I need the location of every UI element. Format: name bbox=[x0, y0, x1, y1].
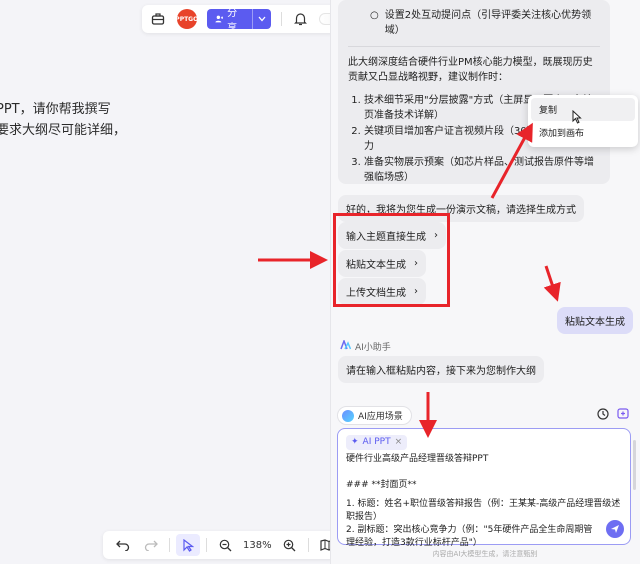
annotation-arrow bbox=[543, 265, 561, 302]
annotation-arrow bbox=[490, 122, 533, 199]
annotation-arrows bbox=[258, 122, 561, 438]
